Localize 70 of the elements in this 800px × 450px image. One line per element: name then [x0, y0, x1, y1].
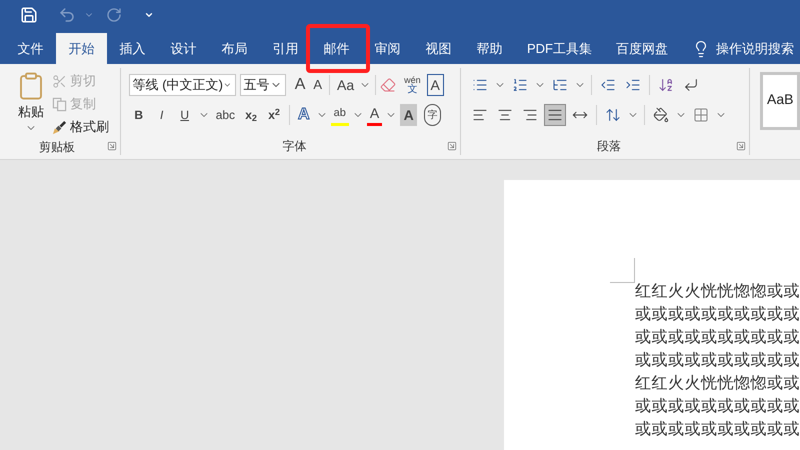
- format-button[interactable]: x$^{2}$: [264, 104, 284, 126]
- change-case-button[interactable]: Aa: [334, 74, 358, 96]
- format-button[interactable]: I: [152, 104, 172, 126]
- document-text-line: 或或或或或或或或或或: [635, 328, 800, 348]
- numbered-list-icon: [512, 77, 528, 93]
- multilevel-list-icon: [552, 77, 568, 93]
- ribbon-tab[interactable]: 审阅: [362, 33, 413, 64]
- borders-icon: [693, 107, 710, 123]
- document-text-line: 或或或或或或或或或或: [635, 350, 800, 371]
- ribbon-tab[interactable]: 开始: [56, 33, 107, 64]
- dialog-launcher-icon[interactable]: [447, 141, 458, 151]
- decrease-indent-icon: [600, 77, 616, 93]
- phonetic-guide-button[interactable]: wén 文: [404, 75, 421, 95]
- eraser-icon[interactable]: [380, 77, 396, 93]
- alignment-icon: [497, 107, 514, 123]
- dialog-launcher-icon[interactable]: [736, 141, 746, 151]
- ribbon-tab[interactable]: 布局: [209, 33, 260, 64]
- redo-icon[interactable]: [106, 7, 122, 23]
- ribbon-tab[interactable]: 插入: [107, 33, 158, 64]
- font-size-dropdown[interactable]: 五号: [240, 74, 286, 96]
- format-button[interactable]: U: [174, 104, 195, 126]
- ribbon-tab[interactable]: PDF工具集: [515, 33, 604, 64]
- scissors-icon: [52, 74, 67, 88]
- ribbon-tab[interactable]: 引用: [260, 33, 311, 64]
- document-text-line: 或或或或或或或或或或: [635, 304, 800, 325]
- document-text-line: 红红火火恍恍惚惚或或: [635, 282, 800, 302]
- copy-icon: [52, 96, 67, 112]
- highlight-frame: [306, 24, 370, 73]
- style-preview[interactable]: AaB: [760, 72, 800, 130]
- highlight-button[interactable]: ab: [330, 104, 349, 126]
- ribbon-tab[interactable]: 百度网盘: [604, 33, 680, 64]
- format-painter-button[interactable]: 格式刷: [52, 116, 109, 138]
- paintbrush-icon: [52, 120, 67, 134]
- enclose-character-button[interactable]: 字: [424, 104, 442, 126]
- ribbon-tab[interactable]: 帮助: [464, 33, 515, 64]
- font-color-button[interactable]: A: [366, 104, 382, 126]
- format-button[interactable]: abc: [212, 104, 238, 126]
- margin-corner-mark: [610, 258, 635, 283]
- paint-bucket-icon: [653, 107, 670, 123]
- format-button[interactable]: B: [128, 104, 149, 126]
- paste-button[interactable]: 粘贴: [14, 70, 48, 138]
- undo-icon[interactable]: [58, 6, 76, 24]
- save-icon[interactable]: [20, 6, 38, 24]
- alignment-icon: [547, 107, 564, 123]
- group-label: 段落: [597, 138, 622, 155]
- paragraph-mark-icon: [683, 77, 700, 93]
- shrink-font-button[interactable]: A: [310, 74, 326, 96]
- format-button[interactable]: x$_{2}$: [241, 104, 262, 126]
- ribbon-tab[interactable]: 视图: [413, 33, 464, 64]
- ribbon-tab[interactable]: 邮件: [311, 33, 362, 64]
- increase-indent-icon: [625, 77, 642, 93]
- line-spacing-icon: [605, 107, 622, 123]
- sort-icon: [658, 77, 674, 93]
- alignment-button[interactable]: [544, 104, 566, 126]
- character-shading-button[interactable]: A: [400, 104, 418, 126]
- group-label: 剪贴板: [38, 139, 76, 156]
- document-text-line: 或或或或或或或或或或: [635, 396, 800, 417]
- font-name-dropdown[interactable]: 等线 (中文正文): [128, 74, 236, 96]
- dialog-launcher-icon[interactable]: [106, 141, 117, 151]
- grow-font-button[interactable]: A: [292, 74, 308, 96]
- ribbon-tab[interactable]: 文件: [5, 33, 56, 64]
- group-label: 字体: [282, 138, 306, 155]
- alignment-icon: [522, 107, 538, 123]
- customize-icon[interactable]: [144, 10, 154, 20]
- document-text-line: 或或或或或或或或或或: [635, 420, 800, 440]
- ribbon-tab[interactable]: 设计: [158, 33, 209, 64]
- document-text-line: 红红火火恍恍惚惚或或: [635, 374, 800, 394]
- character-border-button[interactable]: A: [426, 74, 444, 96]
- search-label[interactable]: 操作说明搜索: [716, 38, 794, 58]
- alignment-icon: [472, 107, 488, 123]
